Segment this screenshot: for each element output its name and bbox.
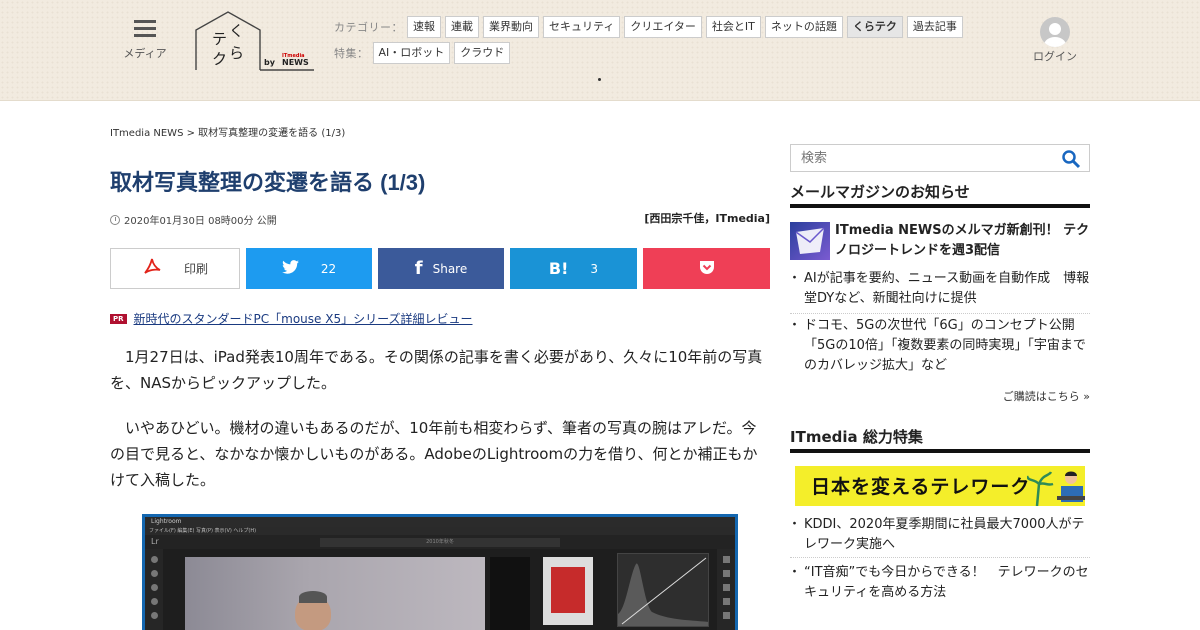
- cat-series[interactable]: 連載: [445, 16, 479, 38]
- cat-security[interactable]: セキュリティ: [543, 16, 621, 38]
- logo-char-te: テ: [212, 30, 227, 48]
- svg-text:く: く: [229, 22, 244, 40]
- article-paragraph-2: いやあひどい。機材の違いもあるのだが、10年前も相変わらず、筆者の写真の腕はアレ…: [110, 419, 758, 489]
- logo-by: by: [264, 58, 276, 67]
- category-nav: カテゴリー： 速報 連載 業界動向 セキュリティ クリエイター 社会とIT ネッ…: [334, 16, 967, 38]
- media-menu-button[interactable]: メディア: [118, 20, 172, 61]
- hatena-count: 3: [590, 261, 599, 276]
- newsletter-item-2[interactable]: ドコモ、5Gの次世代「6G」のコンセプト公開 「5Gの10倍」「複数要素の同時実…: [788, 316, 1090, 376]
- cat-society[interactable]: 社会とIT: [705, 16, 761, 38]
- lr-right-panel: [717, 549, 735, 630]
- lightroom-screenshot: Lightroom ファイル(F) 編集(E) 写真(P) 表示(V) ヘルプ(…: [142, 514, 738, 630]
- breadcrumb[interactable]: ITmedia NEWS > 取材写真整理の変遷を語る (1/3): [110, 124, 345, 139]
- divider-dot: [598, 78, 601, 81]
- telework-illustration-icon: [1027, 471, 1085, 506]
- facebook-icon: f: [414, 258, 423, 279]
- cat-creator[interactable]: クリエイター: [624, 16, 702, 38]
- menu-label: メディア: [123, 47, 167, 60]
- telework-banner[interactable]: 日本を変えるテレワーク: [795, 466, 1085, 506]
- page-title: 取材写真整理の変遷を語る (1/3): [110, 170, 426, 195]
- category-label: カテゴリー：: [334, 21, 403, 34]
- hatena-icon: B!: [548, 259, 569, 278]
- mail-icon: [790, 222, 830, 260]
- search-input[interactable]: [791, 145, 1051, 171]
- subscribe-link[interactable]: ご購読はこちら »: [1003, 388, 1090, 404]
- pocket-button[interactable]: [643, 248, 770, 289]
- svg-text:NEWS: NEWS: [282, 58, 309, 67]
- cat-kuratech[interactable]: くらテク: [846, 16, 903, 38]
- print-button[interactable]: 印刷: [110, 248, 240, 289]
- cat-archive[interactable]: 過去記事: [906, 16, 963, 38]
- search-icon[interactable]: [1061, 149, 1081, 169]
- cat-net[interactable]: ネットの話題: [764, 16, 843, 38]
- twitter-share-button[interactable]: 22: [246, 248, 372, 289]
- svg-text:ク: ク: [212, 50, 227, 68]
- login-label: ログイン: [1033, 50, 1077, 63]
- login-button[interactable]: ログイン: [1030, 17, 1080, 64]
- sidebar-search: [790, 144, 1090, 172]
- feature-nav: 特集： AI・ロボット クラウド: [334, 42, 514, 64]
- pr-ad: PR 新時代のスタンダードPC「mouse X5」シリーズ詳細レビュー: [110, 310, 473, 327]
- cat-breaking[interactable]: 速報: [407, 16, 441, 38]
- lr-badge: Lr: [151, 537, 159, 546]
- pdf-icon: [142, 257, 162, 280]
- feature-item-1[interactable]: KDDI、2020年夏季期間に社員最大7000人がテレワーク実施へ: [788, 515, 1090, 558]
- cat-industry[interactable]: 業界動向: [483, 16, 539, 38]
- lr-search: 2010年秋冬: [320, 538, 560, 547]
- lr-left-panel: [145, 549, 163, 630]
- newsletter-title[interactable]: ITmedia NEWSのメルマガ新創刊！ テクノロジートレンドを週3配信: [835, 221, 1090, 261]
- facebook-label: Share: [432, 261, 468, 276]
- pr-link[interactable]: 新時代のスタンダードPC「mouse X5」シリーズ詳細レビュー: [134, 310, 473, 327]
- feat-cloud[interactable]: クラウド: [454, 42, 511, 64]
- lr-toolbar: Lr 2010年秋冬: [145, 535, 735, 549]
- hamburger-icon: [134, 20, 156, 38]
- hatena-bookmark-button[interactable]: B! 3: [510, 248, 637, 289]
- feature-heading: ITmedia 総力特集: [790, 426, 1090, 453]
- author-byline: [西田宗千佳，ITmedia]: [644, 212, 770, 225]
- publish-date: 2020年01月30日 08時00分 公開: [110, 212, 277, 227]
- lr-window-title: Lightroom: [145, 517, 735, 527]
- pr-badge: PR: [110, 313, 127, 324]
- avatar-icon: [1040, 17, 1070, 47]
- banner-text: 日本を変えるテレワーク: [811, 476, 1031, 498]
- pocket-icon: [699, 260, 715, 278]
- feature-label: 特集：: [334, 47, 369, 60]
- facebook-share-button[interactable]: f Share: [378, 248, 504, 289]
- newsletter-heading: メールマガジンのお知らせ: [790, 181, 1090, 208]
- feature-item-2[interactable]: “IT音痴”でも今日からできる！ テレワークのセキュリティを高める方法: [788, 563, 1090, 603]
- print-label: 印刷: [183, 262, 208, 276]
- twitter-icon: [281, 260, 299, 277]
- lr-photo-card: [543, 557, 593, 625]
- lr-tone-curve: [617, 553, 709, 627]
- lr-menu-bar: ファイル(F) 編集(E) 写真(P) 表示(V) ヘルプ(H): [145, 527, 735, 535]
- svg-text:ら: ら: [229, 44, 244, 62]
- newsletter-item-1[interactable]: AIが記事を要約、ニュース動画を自動作成 博報堂DYなど、新聞社向けに提供: [788, 269, 1090, 314]
- date-text: 2020年01月30日 08時00分 公開: [124, 216, 277, 227]
- twitter-count: 22: [320, 261, 337, 276]
- site-header: メディア テ く ク ら by ITmedia NEWS カテゴリー： 速報 連…: [0, 0, 1200, 101]
- lr-person: [295, 591, 331, 630]
- lr-photo-dark: [490, 557, 530, 630]
- article-paragraph-1: 1月27日は、iPad発表10周年である。その関係の記事を書く必要があり、久々に…: [110, 348, 763, 392]
- kuratech-logo[interactable]: テ く ク ら by ITmedia NEWS: [194, 10, 316, 72]
- lr-photo: [185, 557, 485, 630]
- clock-icon: [110, 214, 120, 225]
- feat-ai-robot[interactable]: AI・ロボット: [372, 42, 451, 64]
